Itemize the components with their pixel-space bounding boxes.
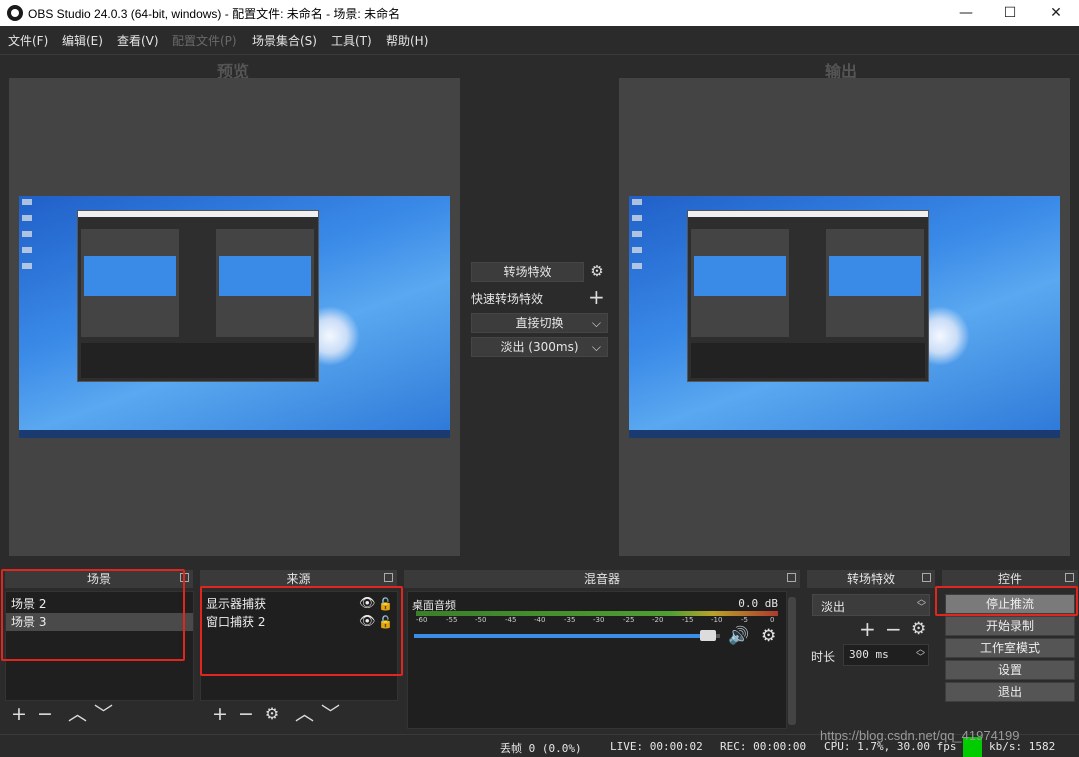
remove-scene-minus-icon[interactable]: −	[36, 704, 54, 724]
add-scene-plus-icon[interactable]: +	[10, 704, 28, 724]
transition-properties-gear-icon[interactable]: ⚙	[911, 619, 926, 639]
mixer-tick-label: -15	[682, 616, 694, 624]
mixer-tick-label: -35	[564, 616, 576, 624]
minimize-button[interactable]: —	[943, 0, 989, 26]
close-button[interactable]: ✕	[1033, 0, 1079, 26]
scenes-highlight-box	[1, 569, 185, 661]
settings-button[interactable]: 设置	[945, 660, 1075, 680]
volume-slider-handle[interactable]	[700, 630, 716, 641]
mixer-tick-label: -5	[741, 616, 748, 624]
menu-bar: 文件(F) 编辑(E) 查看(V) 配置文件(P) 场景集合(S) 工具(T) …	[0, 26, 1079, 55]
move-scene-down-icon[interactable]: ﹀	[94, 704, 113, 724]
menu-profile[interactable]: 配置文件(P)	[172, 32, 237, 49]
sources-highlight-box	[200, 586, 403, 676]
source-properties-gear-icon[interactable]: ⚙	[263, 704, 281, 724]
menu-edit[interactable]: 编辑(E)	[62, 32, 103, 49]
transition-type-value: 淡出	[821, 600, 846, 614]
spin-arrows-icon: ︿ ﹀	[916, 595, 926, 613]
menu-file[interactable]: 文件(F)	[8, 32, 48, 49]
obs-logo-icon	[7, 5, 23, 21]
rec-time-status: REC: 00:00:00	[720, 740, 807, 753]
mixer-scrollbar[interactable]	[788, 597, 796, 725]
spin-arrows-icon[interactable]: ︿ ﹀	[916, 646, 925, 663]
duration-label: 时长	[811, 650, 836, 664]
float-dock-icon[interactable]	[384, 573, 393, 582]
mixer-tick-label: 0	[770, 616, 775, 624]
studio-mode-button[interactable]: 工作室模式	[945, 638, 1075, 658]
mixer-tick-labels: -60 -55 -50 -45 -40 -35 -30 -25 -20 -15 -10 -5 0	[416, 616, 778, 626]
mixer-tick-label: -50	[475, 616, 487, 624]
remove-source-minus-icon[interactable]: −	[237, 704, 255, 724]
remove-transition-minus-icon[interactable]: −	[885, 617, 902, 641]
chevron-down-icon: ⌵	[591, 316, 601, 330]
float-dock-icon[interactable]	[922, 573, 931, 582]
watermark-url: https://blog.csdn.net/qq_41974199	[820, 728, 1020, 743]
mixer-tick-label: -20	[652, 616, 664, 624]
mixer-tick-label: -60	[416, 616, 428, 624]
dropped-frames-status: 丢帧 0 (0.0%)	[500, 742, 582, 755]
quick-transition-fade[interactable]: 淡出 (300ms) ⌵	[471, 337, 608, 357]
duration-spinbox[interactable]: 300 ms ︿ ﹀	[843, 644, 929, 666]
mixer-dock-title-text: 混音器	[583, 572, 620, 586]
mixer-tick-label: -25	[623, 616, 635, 624]
start-recording-button[interactable]: 开始录制	[945, 616, 1075, 636]
mixer-settings-gear-icon[interactable]: ⚙	[761, 626, 776, 646]
menu-scene-collection[interactable]: 场景集合(S)	[252, 32, 317, 49]
mixer-tick-label: -55	[446, 616, 458, 624]
quick-transition-cut[interactable]: 直接切换 ⌵	[471, 313, 608, 333]
move-scene-up-icon[interactable]: ︿	[68, 704, 87, 724]
controls-dock-title-text: 控件	[997, 572, 1022, 586]
transitions-dock-title: 转场特效	[807, 570, 935, 588]
move-source-down-icon[interactable]: ﹀	[321, 704, 340, 724]
program-canvas[interactable]	[619, 78, 1070, 556]
transition-button[interactable]: 转场特效	[471, 262, 584, 282]
transition-settings-gear-icon[interactable]: ⚙	[590, 264, 604, 279]
duration-value: 300 ms	[849, 648, 889, 661]
preview-canvas[interactable]	[9, 78, 460, 556]
mixer-tick-label: -45	[505, 616, 517, 624]
maximize-button[interactable]: ☐	[987, 0, 1033, 26]
menu-view[interactable]: 查看(V)	[117, 32, 159, 49]
exit-button[interactable]: 退出	[945, 682, 1075, 702]
program-screen-capture	[629, 196, 1060, 438]
quick-transition-cut-label: 直接切换	[515, 316, 564, 330]
float-dock-icon[interactable]	[1065, 573, 1074, 582]
transitions-dock-title-text: 转场特效	[846, 572, 895, 586]
sources-toolbar: + − ⚙ ︿ ﹀	[200, 702, 397, 726]
mixer-tick-label: -40	[534, 616, 546, 624]
add-quick-transition-plus-icon[interactable]: +	[588, 285, 605, 309]
add-source-plus-icon[interactable]: +	[211, 704, 229, 724]
mixer-tick-label: -10	[711, 616, 723, 624]
chevron-down-icon: ⌵	[591, 340, 601, 354]
menu-help[interactable]: 帮助(H)	[386, 32, 428, 49]
sources-dock-title-text: 来源	[286, 572, 311, 586]
menu-tools[interactable]: 工具(T)	[331, 32, 372, 49]
move-source-up-icon[interactable]: ︿	[295, 704, 314, 724]
live-time-status: LIVE: 00:00:02	[610, 740, 703, 753]
float-dock-icon[interactable]	[787, 573, 796, 582]
add-transition-plus-icon[interactable]: +	[859, 617, 876, 641]
mixer-channel-db: 0.0 dB	[738, 597, 778, 610]
transition-type-select[interactable]: 淡出 ︿ ﹀	[812, 594, 930, 616]
speaker-mute-icon[interactable]: 🔊	[728, 626, 749, 646]
scenes-toolbar: + − ︿ ﹀	[5, 702, 193, 726]
mixer-dock-title: 混音器	[404, 570, 800, 588]
quick-transition-fade-label: 淡出 (300ms)	[500, 340, 579, 354]
volume-slider-track[interactable]	[414, 630, 720, 641]
window-title: OBS Studio 24.0.3 (64-bit, windows) - 配置…	[28, 7, 401, 21]
mixer-panel: 桌面音频 0.0 dB -60 -55 -50 -45 -40 -35 -30 -25 -20-…	[407, 591, 787, 729]
volume-slider-fill	[414, 634, 714, 638]
preview-screen-capture	[19, 196, 450, 438]
quick-transitions-label: 快速转场特效	[471, 292, 544, 306]
mixer-tick-label: -30	[593, 616, 605, 624]
stop-streaming-highlight-box	[935, 586, 1078, 616]
title-bar: OBS Studio 24.0.3 (64-bit, windows) - 配置…	[0, 0, 1079, 26]
